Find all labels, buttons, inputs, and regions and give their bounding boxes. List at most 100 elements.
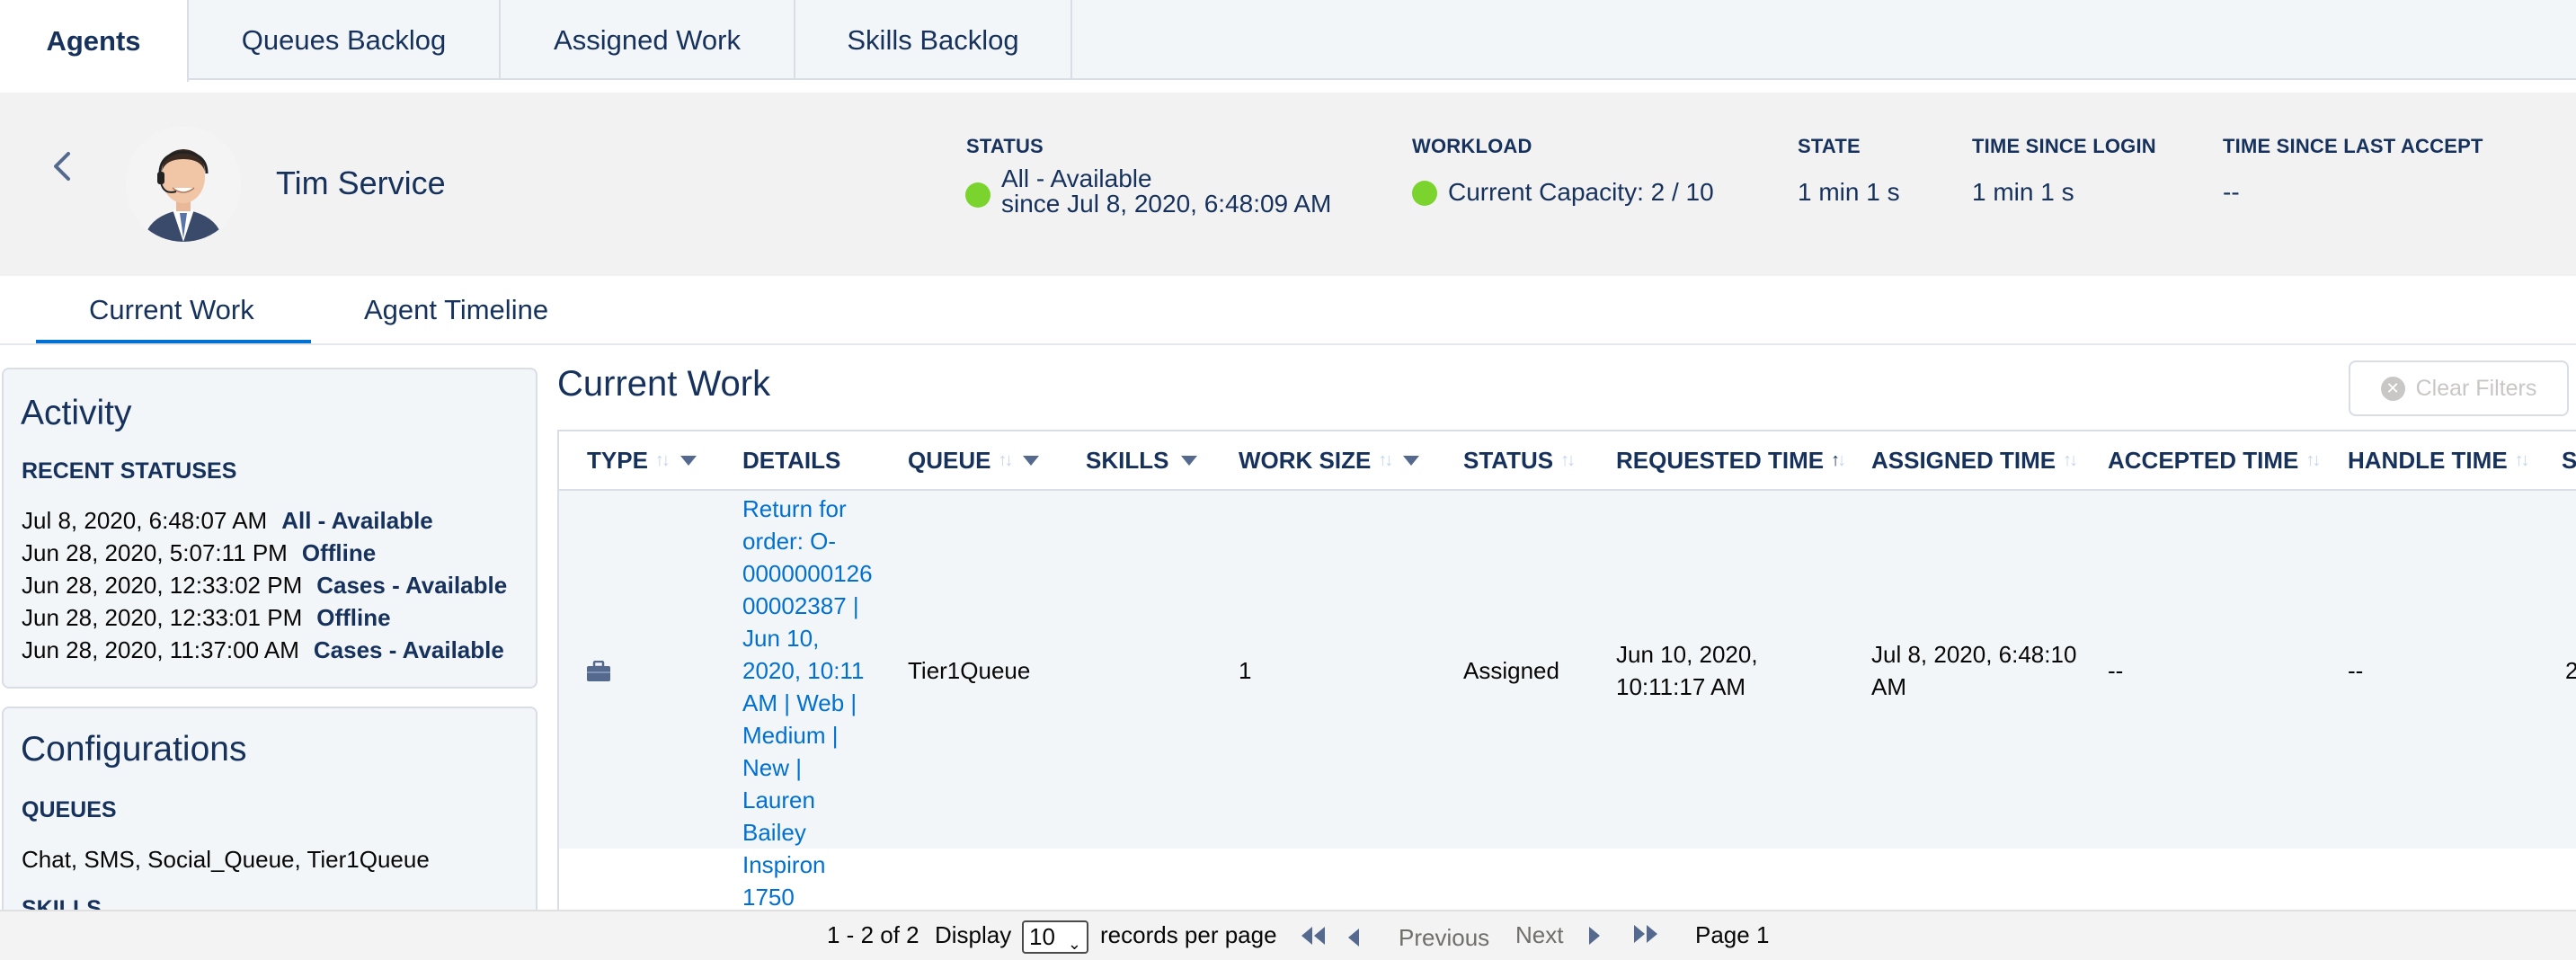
col-accepted-time[interactable]: ACCEPTED TIME ↑↓	[2108, 447, 2321, 475]
status-dot-icon	[965, 182, 990, 208]
tab-agent-timeline[interactable]: Agent Timeline	[364, 294, 548, 326]
col-status-label: STATUS	[1463, 447, 1554, 474]
tab-agents[interactable]: Agents	[0, 0, 189, 82]
status-history-row: Jun 28, 2020, 12:33:01 PM Offline	[22, 604, 391, 632]
chevron-down-icon[interactable]	[680, 456, 697, 466]
col-work-size-label: WORK SIZE	[1239, 447, 1372, 474]
chevron-down-icon[interactable]	[1181, 456, 1198, 466]
col-handle-time-label: HANDLE TIME	[2348, 447, 2508, 474]
tab-assigned-work[interactable]: Assigned Work	[501, 0, 795, 80]
records-per-page-value: 10	[1029, 923, 1055, 950]
login-value: 1 min 1 s	[1972, 178, 2074, 206]
work-item-details-link[interactable]: Inspiron 1750	[742, 849, 826, 910]
clear-filters-button[interactable]: ✕ Clear Filters	[2349, 360, 2569, 416]
workload-label: WORKLOAD	[1412, 135, 1532, 157]
recent-statuses-label: RECENT STATUSES	[22, 458, 237, 484]
chevron-down-icon[interactable]	[1403, 456, 1420, 466]
status-time: Jun 28, 2020, 5:07:11 PM	[22, 539, 288, 566]
col-skills[interactable]: SKILLS	[1086, 447, 1198, 475]
divider	[0, 343, 2576, 345]
col-skills-label: SKILLS	[1086, 447, 1169, 474]
table-row[interactable]: Inspiron 1750	[559, 849, 2576, 910]
agent-photo	[126, 127, 241, 242]
col-assigned-time[interactable]: ASSIGNED TIME ↑↓	[1871, 447, 2078, 475]
status-name: Offline	[316, 604, 391, 631]
detail-line: order: O-	[742, 528, 837, 555]
col-requested-time[interactable]: REQUESTED TIME ↑↓	[1616, 447, 1846, 475]
detail-line: Inspiron	[742, 851, 826, 878]
last-accept-value: --	[2223, 178, 2240, 206]
detail-line: 00002387 |	[742, 592, 859, 619]
col-details-label: DETAILS	[742, 447, 841, 474]
col-details[interactable]: DETAILS	[742, 447, 840, 475]
avatar	[126, 127, 241, 242]
record-range: 1 - 2 of 2	[827, 921, 919, 948]
display-label: Display	[935, 921, 1012, 948]
status-time: Jul 8, 2020, 6:48:07 AM	[22, 507, 268, 534]
status-history-row: Jun 28, 2020, 11:37:00 AM Cases - Availab…	[22, 636, 504, 664]
current-work-title: Current Work	[557, 364, 771, 404]
first-page-icon[interactable]	[1300, 925, 1327, 947]
status-line1: All - Available	[1001, 164, 1152, 192]
sort-icon[interactable]: ↑↓	[655, 450, 671, 471]
assigned-time-line1: Jul 8, 2020, 6:48:10	[1871, 641, 2077, 668]
login-label: TIME SINCE LOGIN	[1972, 135, 2156, 157]
col-requested-time-label: REQUESTED TIME	[1616, 447, 1825, 474]
sort-icon[interactable]: ↑↓	[1560, 450, 1576, 471]
col-queue[interactable]: QUEUE ↑↓	[908, 447, 1040, 475]
col-work-size[interactable]: WORK SIZE ↑↓	[1239, 447, 1420, 475]
status-time: Jun 28, 2020, 12:33:02 PM	[22, 572, 303, 599]
chevron-down-icon[interactable]	[1023, 456, 1040, 466]
tab-queues-backlog[interactable]: Queues Backlog	[189, 0, 501, 80]
work-size-cell: 1	[1239, 657, 1252, 684]
col-type[interactable]: TYPE ↑↓	[587, 447, 697, 475]
records-per-page-label: records per page	[1100, 921, 1277, 948]
next-page-icon[interactable]	[1587, 925, 1602, 947]
state-label: STATE	[1798, 135, 1861, 157]
agent-name: Tim Service	[276, 164, 446, 201]
detail-line: AM | Web |	[742, 689, 857, 716]
tab-skills-backlog[interactable]: Skills Backlog	[795, 0, 1072, 80]
sort-icon[interactable]: ↑↓	[998, 450, 1013, 471]
status-name: Offline	[301, 539, 377, 566]
col-extra[interactable]: S	[2562, 447, 2576, 475]
tab-current-work[interactable]: Current Work	[89, 294, 254, 326]
work-item-details-link[interactable]: Return for order: O- 0000000126 00002387…	[742, 493, 873, 849]
chevron-left-icon[interactable]	[49, 147, 76, 186]
activity-title: Activity	[21, 394, 132, 432]
col-status[interactable]: STATUS ↑↓	[1463, 447, 1576, 475]
requested-time-line2: 10:11:17 AM	[1616, 673, 1746, 700]
sort-icon[interactable]: ↑↓	[1378, 450, 1393, 471]
requested-time-line1: Jun 10, 2020,	[1616, 641, 1758, 668]
status-history-row: Jul 8, 2020, 6:48:07 AM All - Available	[22, 507, 433, 535]
status-name: Cases - Available	[313, 636, 504, 663]
col-type-label: TYPE	[587, 447, 648, 474]
previous-page-icon[interactable]	[1346, 927, 1361, 948]
status-time: Jun 28, 2020, 12:33:01 PM	[22, 604, 303, 631]
col-extra-label: S	[2562, 447, 2576, 474]
sort-icon[interactable]: ↑↓	[2515, 450, 2530, 471]
previous-button[interactable]: Previous	[1399, 924, 1489, 952]
sort-icon[interactable]: ↑↓	[2063, 450, 2078, 471]
col-handle-time[interactable]: HANDLE TIME ↑↓	[2348, 447, 2530, 475]
tab-agents-label: Agents	[46, 24, 141, 57]
top-tab-bar: Agents Queues Backlog Assigned Work Skil…	[0, 0, 2576, 82]
tab-assigned-work-label: Assigned Work	[554, 23, 741, 56]
state-value: 1 min 1 s	[1798, 178, 1900, 206]
col-accepted-time-label: ACCEPTED TIME	[2108, 447, 2299, 474]
status-time: Jun 28, 2020, 11:37:00 AM	[22, 636, 299, 663]
status-name: Cases - Available	[316, 572, 508, 599]
next-button[interactable]: Next	[1515, 921, 1563, 949]
status-line2: since Jul 8, 2020, 6:48:09 AM	[1001, 190, 1332, 218]
sort-icon[interactable]: ↑↓	[1831, 450, 1846, 471]
pagination-bar	[0, 910, 2576, 960]
col-queue-label: QUEUE	[908, 447, 991, 474]
extra-cell: 2	[2565, 654, 2576, 687]
tab-skills-backlog-label: Skills Backlog	[847, 23, 1019, 56]
sort-icon[interactable]: ↑↓	[2305, 450, 2321, 471]
col-assigned-time-label: ASSIGNED TIME	[1871, 447, 2056, 474]
records-per-page-select[interactable]: 10 ⌄	[1022, 920, 1088, 954]
last-page-icon[interactable]	[1632, 923, 1659, 945]
assigned-time-line2: AM	[1871, 673, 1906, 700]
table-row[interactable]: Return for order: O- 0000000126 00002387…	[559, 491, 2576, 849]
